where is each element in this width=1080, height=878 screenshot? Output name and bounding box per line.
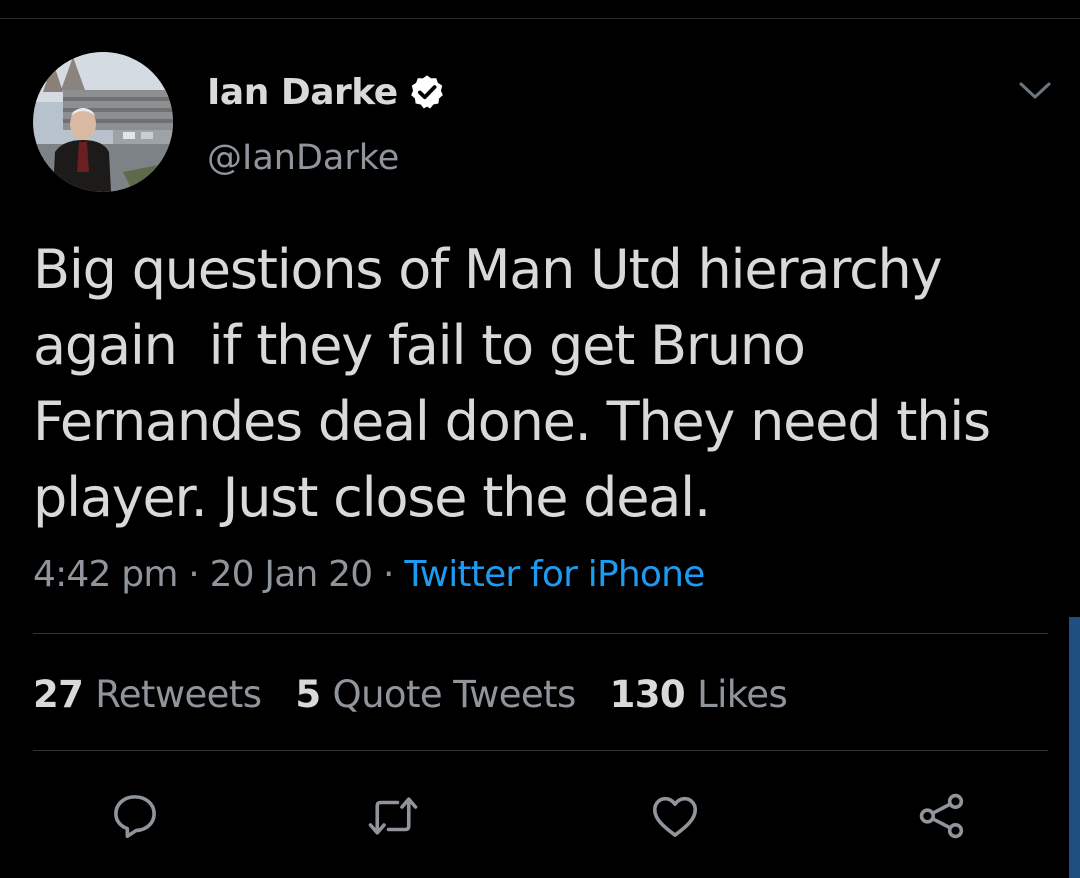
like-button[interactable] <box>648 789 702 843</box>
quote-tweets-count: 5 <box>295 672 321 716</box>
heart-icon <box>652 796 698 837</box>
tweet-time[interactable]: 4:42 pm <box>33 554 178 595</box>
scrollbar-thumb[interactable] <box>1069 617 1080 878</box>
tweet-stats: 27 Retweets 5 Quote Tweets 130 Likes <box>33 670 821 718</box>
likes-count: 130 <box>609 672 686 716</box>
quote-tweets-stat[interactable]: 5 Quote Tweets <box>295 672 577 716</box>
author-display-name[interactable]: Ian Darke <box>207 72 398 113</box>
author-name-row[interactable]: Ian Darke <box>207 68 446 116</box>
chevron-down-icon[interactable] <box>1015 78 1055 104</box>
reply-button[interactable] <box>108 789 162 843</box>
retweets-count: 27 <box>33 672 84 716</box>
quote-tweets-label: Quote Tweets <box>332 672 577 716</box>
tweet-date[interactable]: 20 Jan 20 <box>210 554 374 595</box>
author-handle[interactable]: @IanDarke <box>207 138 399 178</box>
top-divider <box>0 18 1080 19</box>
likes-label: Likes <box>697 672 788 716</box>
likes-stat[interactable]: 130 Likes <box>609 672 788 716</box>
stats-bottom-divider <box>33 750 1048 751</box>
retweet-icon <box>368 797 418 835</box>
tweet-source-link[interactable]: Twitter for iPhone <box>404 554 705 595</box>
retweet-button[interactable] <box>366 789 420 843</box>
meta-separator: · <box>383 554 394 595</box>
verified-badge-icon <box>410 75 443 109</box>
avatar[interactable] <box>33 52 173 192</box>
meta-separator: · <box>188 554 199 595</box>
tweet-meta: 4:42 pm · 20 Jan 20 · Twitter for iPhone <box>33 554 705 595</box>
tweet-text: Big questions of Man Utd hierarchy again… <box>33 238 991 529</box>
retweets-stat[interactable]: 27 Retweets <box>33 672 262 716</box>
retweets-label: Retweets <box>95 672 262 716</box>
share-button[interactable] <box>915 789 969 843</box>
reply-icon <box>114 795 156 839</box>
share-icon <box>919 793 964 839</box>
stats-top-divider <box>33 633 1048 634</box>
